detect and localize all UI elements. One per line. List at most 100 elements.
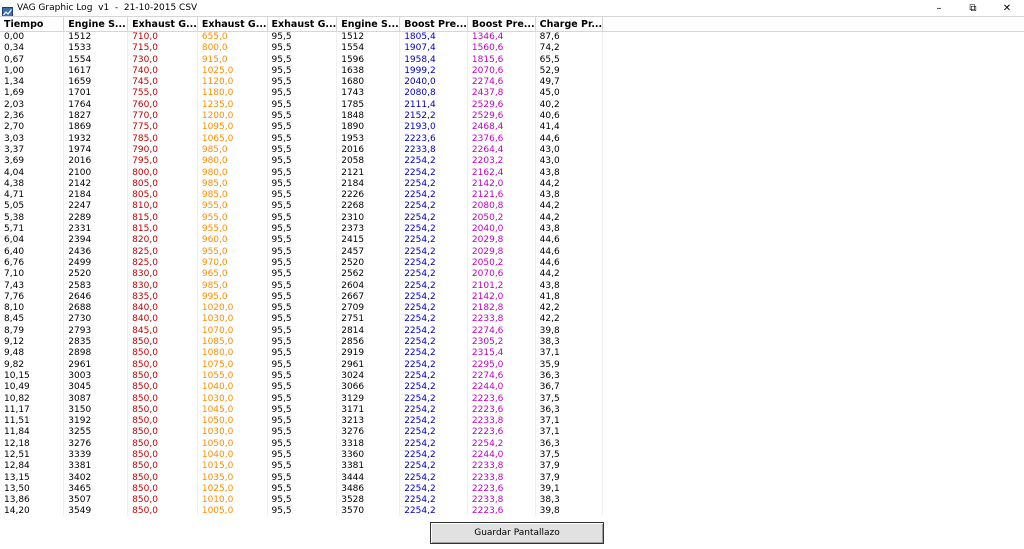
table-cell: 1075,0 [197, 359, 268, 371]
table-row[interactable]: 2,36 1827 770,0 1200,0 95,5 1848 2152,2 2529,6 4… [0, 111, 1024, 123]
table-row[interactable]: 10,49 3045 850,0 1040,0 95,5 3066 2254,2 2244,0… [0, 382, 1024, 394]
column-header[interactable]: Exhaust G... [127, 17, 198, 32]
table-cell-filler [603, 145, 1024, 156]
column-header[interactable]: Exhaust G... [267, 17, 338, 32]
table-row[interactable]: 10,15 3003 850,0 1055,0 95,5 3024 2254,2 2274,6… [0, 370, 1024, 383]
table-row[interactable]: 2,03 1764 760,0 1235,0 95,5 1785 2111,4 2529,6 4… [0, 99, 1024, 112]
table-cell-filler [603, 360, 1024, 371]
table-cell: 7,76 [0, 291, 65, 304]
table-cell-filler [603, 337, 1024, 348]
table-row[interactable]: 1,69 1701 755,0 1180,0 95,5 1743 2080,8 2437,8 4… [0, 88, 1024, 100]
table-cell: 955,0 [197, 212, 268, 225]
table-row[interactable]: 1,00 1617 740,0 1025,0 95,5 1638 1999,2 2070,6 5… [0, 65, 1024, 78]
table-row[interactable]: 13,86 3507 850,0 1010,0 95,5 3528 2254,2 2233,8… [0, 495, 1024, 507]
table-row[interactable]: 0,34 1533 715,0 800,0 95,5 1554 1907,4 1560,6 74… [0, 43, 1024, 55]
bottom-panel: Guardar Pantallazo [0, 516, 1024, 549]
table-cell: 5,38 [0, 212, 65, 225]
table-row[interactable]: 4,04 2100 800,0 980,0 95,5 2121 2254,2 2162,4 43… [0, 167, 1024, 179]
column-header[interactable]: Engine S... [63, 17, 129, 32]
table-row[interactable]: 6,76 2499 825,0 970,0 95,5 2520 2254,2 2050,2 44… [0, 257, 1024, 270]
table-cell: 2254,2 [399, 212, 468, 225]
table-cell: 3444 [336, 472, 401, 484]
table-row[interactable]: 11,84 3255 850,0 1030,0 95,5 3276 2254,2 2223,6… [0, 427, 1024, 439]
table-cell-filler [603, 314, 1024, 325]
table-row[interactable]: 8,10 2688 840,0 1020,0 95,5 2709 2254,2 2182,8 4… [0, 303, 1024, 315]
maximize-icon[interactable]: ⧉ [956, 0, 990, 16]
table-cell-filler [603, 405, 1024, 416]
table-row[interactable]: 5,05 2247 810,0 955,0 95,5 2268 2254,2 2080,8 44… [0, 201, 1024, 213]
table-cell: 3,37 [0, 144, 65, 157]
table-cell: 44,2 [535, 269, 604, 281]
table-cell: 2254,2 [467, 438, 536, 450]
table-row[interactable]: 7,76 2646 835,0 995,0 95,5 2667 2254,2 2142,0 41… [0, 291, 1024, 304]
table-cell: 980,0 [197, 167, 268, 179]
table-cell: 2121 [336, 167, 401, 179]
table-row[interactable]: 9,82 2961 850,0 1075,0 95,5 2961 2254,2 2295,0 3… [0, 359, 1024, 371]
table-row[interactable]: 12,51 3339 850,0 1040,0 95,5 3360 2254,2 2244,0… [0, 449, 1024, 462]
table-row[interactable]: 4,71 2184 805,0 985,0 95,5 2226 2254,2 2121,6 43… [0, 190, 1024, 202]
table-row[interactable]: 12,84 3381 850,0 1015,0 95,5 3381 2254,2 2233,8… [0, 461, 1024, 473]
column-header[interactable]: Engine S... [336, 17, 401, 32]
table-cell: 1010,0 [197, 495, 268, 507]
table-cell: 2289 [63, 212, 129, 225]
table-cell: 2111,4 [399, 99, 468, 112]
table-cell: 9,48 [0, 348, 65, 360]
table-row[interactable]: 4,38 2142 805,0 985,0 95,5 2184 2254,2 2142,0 44… [0, 178, 1024, 191]
data-grid[interactable]: Tiempo Engine S... Exhaust G... Exhaust G..… [0, 16, 1024, 517]
table-row[interactable]: 0,00 1512 710,0 655,0 95,5 1512 1805,4 1346,4 87… [0, 31, 1024, 44]
column-header[interactable]: Charge Pr... [535, 17, 604, 32]
save-screenshot-button[interactable]: Guardar Pantallazo [430, 522, 604, 544]
table-cell: 95,5 [267, 190, 338, 202]
table-cell: 3213 [336, 416, 401, 428]
table-row[interactable]: 3,03 1932 785,0 1065,0 95,5 1953 2223,6 2376,6 4… [0, 133, 1024, 145]
table-row[interactable]: 7,10 2520 830,0 965,0 95,5 2562 2254,2 2070,6 44… [0, 269, 1024, 281]
table-cell-filler [603, 156, 1024, 167]
table-cell: 36,7 [535, 382, 604, 394]
table-row[interactable]: 9,12 2835 850,0 1085,0 95,5 2856 2254,2 2305,2 3… [0, 337, 1024, 349]
table-row[interactable]: 5,71 2331 815,0 955,0 95,5 2373 2254,2 2040,0 43… [0, 224, 1024, 236]
table-cell: 36,3 [535, 404, 604, 417]
table-row[interactable]: 12,18 3276 850,0 1050,0 95,5 3318 2254,2 2254,2… [0, 438, 1024, 450]
table-cell: 36,3 [535, 438, 604, 450]
table-cell: 1701 [63, 88, 129, 100]
table-row[interactable]: 1,34 1659 745,0 1120,0 95,5 1680 2040,0 2274,6 4… [0, 77, 1024, 89]
table-cell: 87,6 [535, 31, 604, 44]
table-row[interactable]: 0,67 1554 730,0 915,0 95,5 1596 1958,4 1815,6 65… [0, 54, 1024, 66]
table-row[interactable]: 7,43 2583 830,0 985,0 95,5 2604 2254,2 2101,2 43… [0, 280, 1024, 292]
table-row[interactable]: 3,37 1974 790,0 985,0 95,5 2016 2233,8 2264,4 43… [0, 144, 1024, 157]
table-cell: 95,5 [267, 144, 338, 157]
table-cell: 13,86 [0, 495, 65, 507]
table-cell: 95,5 [267, 178, 338, 191]
table-row[interactable]: 10,82 3087 850,0 1030,0 95,5 3129 2254,2 2223,6… [0, 393, 1024, 405]
table-cell: 1040,0 [197, 449, 268, 462]
table-cell: 95,5 [267, 65, 338, 78]
table-row[interactable]: 3,69 2016 795,0 980,0 95,5 2058 2254,2 2203,2 43… [0, 156, 1024, 168]
column-header[interactable]: Boost Pre... [467, 17, 536, 32]
table-cell: 8,10 [0, 303, 65, 315]
table-row[interactable]: 13,50 3465 850,0 1025,0 95,5 3486 2254,2 2223,6… [0, 483, 1024, 496]
column-header[interactable]: Tiempo [0, 17, 65, 32]
table-cell: 52,9 [535, 65, 604, 78]
column-header[interactable]: Exhaust G... [197, 17, 268, 32]
table-cell: 7,43 [0, 280, 65, 292]
minimize-icon[interactable]: – [922, 0, 956, 16]
close-icon[interactable]: ✕ [990, 0, 1024, 16]
table-row[interactable]: 6,04 2394 820,0 960,0 95,5 2415 2254,2 2029,8 44… [0, 235, 1024, 247]
table-row[interactable]: 5,38 2289 815,0 955,0 95,5 2310 2254,2 2050,2 44… [0, 212, 1024, 225]
table-cell-filler [603, 77, 1024, 88]
column-header[interactable]: Boost Pre... [399, 17, 468, 32]
table-row[interactable]: 8,79 2793 845,0 1070,0 95,5 2814 2254,2 2274,6 3… [0, 325, 1024, 338]
table-row[interactable]: 2,70 1869 775,0 1095,0 95,5 1890 2193,0 2468,4 4… [0, 122, 1024, 134]
table-row[interactable]: 6,40 2436 825,0 955,0 95,5 2457 2254,2 2029,8 44… [0, 246, 1024, 258]
table-row[interactable]: 11,17 3150 850,0 1045,0 95,5 3171 2254,2 2223,6… [0, 404, 1024, 417]
table-cell: 2254,2 [399, 156, 468, 168]
table-cell: 825,0 [127, 257, 198, 270]
table-row[interactable]: 11,51 3192 850,0 1050,0 95,5 3213 2254,2 2233,8… [0, 416, 1024, 428]
table-row[interactable]: 13,15 3402 850,0 1035,0 95,5 3444 2254,2 2233,8… [0, 472, 1024, 484]
table-row[interactable]: 9,48 2898 850,0 1080,0 95,5 2919 2254,2 2315,4 3… [0, 348, 1024, 360]
table-cell: 38,3 [535, 337, 604, 349]
table-cell-filler [603, 32, 1024, 44]
table-row[interactable]: 8,45 2730 840,0 1030,0 95,5 2751 2254,2 2233,8 4… [0, 314, 1024, 326]
table-cell: 850,0 [127, 427, 198, 439]
table-cell: 2274,6 [467, 325, 536, 338]
